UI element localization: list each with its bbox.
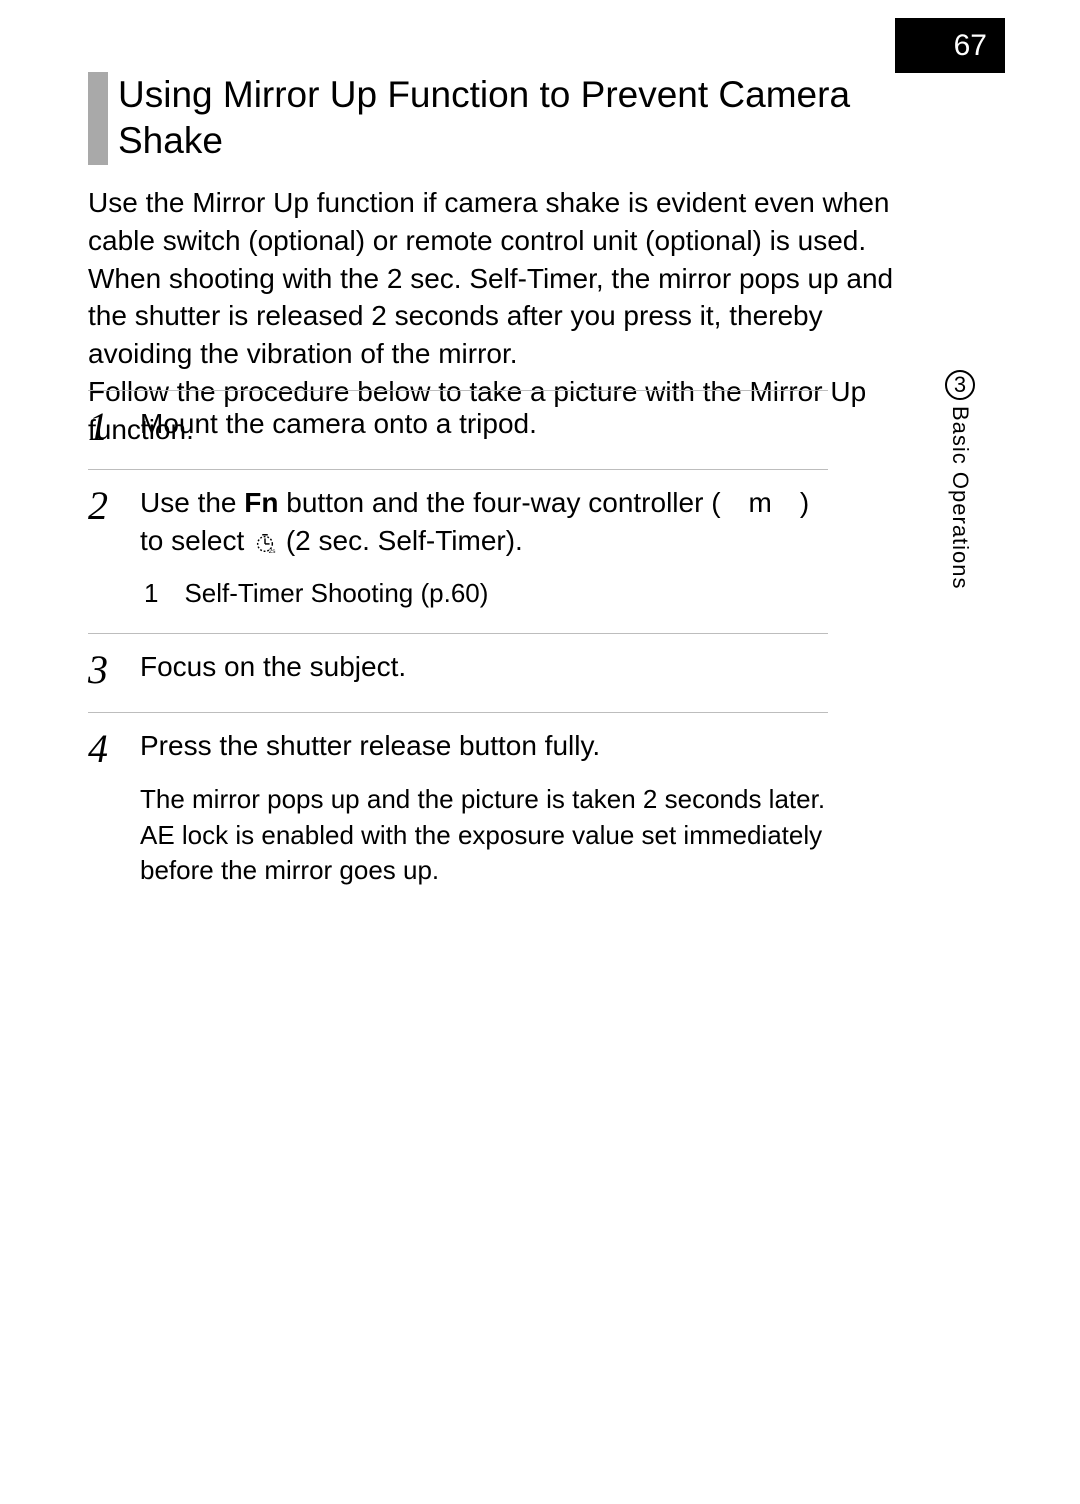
chapter-label: Basic Operations (947, 406, 973, 590)
step-number: 1 (88, 405, 140, 447)
step-number: 4 (88, 727, 140, 888)
chapter-number-badge: 3 (945, 370, 975, 400)
step-body: Use the Fn button and the four-way contr… (140, 484, 828, 611)
step-number: 2 (88, 484, 140, 611)
step-text: Focus on the subject. (140, 651, 406, 682)
svg-text:2s: 2s (269, 548, 276, 554)
page-number-text: 67 (954, 29, 987, 63)
steps-list: 1 Mount the camera onto a tripod. 2 Use … (88, 390, 828, 910)
page-number: 67 (895, 18, 1005, 73)
step-number: 3 (88, 648, 140, 690)
fn-button-label: Fn (244, 487, 278, 518)
step-item: 4 Press the shutter release button fully… (88, 712, 828, 910)
section-title: Using Mirror Up Function to Prevent Came… (108, 72, 895, 165)
step-body: Press the shutter release button fully. … (140, 727, 828, 888)
step-text: Use the Fn button and the four-way contr… (140, 487, 809, 556)
cross-reference: 1 Self-Timer Shooting (p.60) (140, 576, 828, 611)
section-header: Using Mirror Up Function to Prevent Came… (88, 72, 895, 165)
step-text: Press the shutter release button fully. (140, 730, 600, 761)
manual-page: 67 Using Mirror Up Function to Prevent C… (0, 0, 1080, 1504)
step-body: Focus on the subject. (140, 648, 828, 690)
step-detail: The mirror pops up and the picture is ta… (140, 782, 828, 887)
chapter-number: 3 (954, 372, 966, 398)
self-timer-2s-icon: 2s (254, 526, 276, 564)
step-item: 2 Use the Fn button and the four-way con… (88, 469, 828, 633)
step-item: 3 Focus on the subject. (88, 633, 828, 712)
step-body: Mount the camera onto a tripod. (140, 405, 828, 447)
step-text: Mount the camera onto a tripod. (140, 408, 537, 439)
chapter-side-tab: 3 Basic Operations (940, 370, 980, 590)
header-accent-bar (88, 72, 108, 165)
step-text-pre: Use the (140, 487, 244, 518)
step-text-post: (2 sec. Self-Timer). (278, 525, 523, 556)
step-item: 1 Mount the camera onto a tripod. (88, 390, 828, 469)
